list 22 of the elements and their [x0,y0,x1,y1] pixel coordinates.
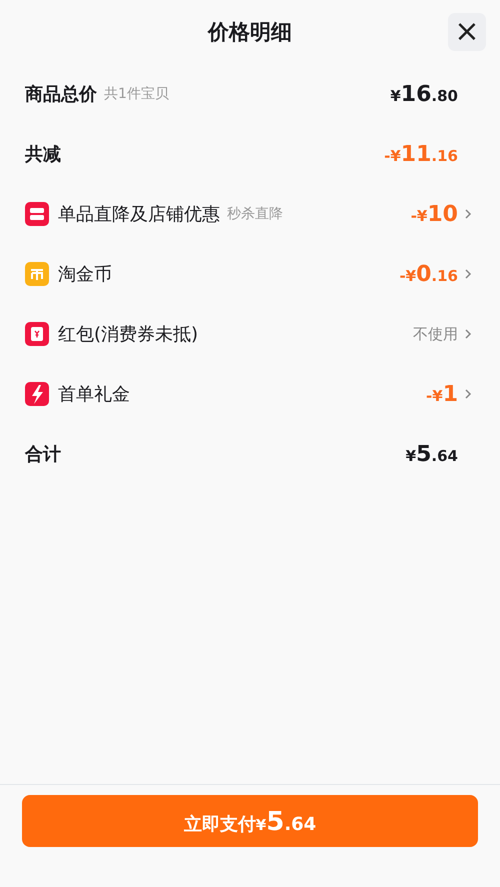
row-note: 共1件宝贝 [104,85,169,103]
row-value: -¥1 [426,382,458,406]
row-value: 不使用 [413,324,458,344]
row-label: 单品直降及店铺优惠 [58,203,220,226]
row-value: ¥5.64 [406,442,458,466]
sheet-title: 价格明细 [208,19,292,46]
row-value: -¥11.16 [384,142,458,166]
row-value: -¥10 [410,202,458,226]
chevron-icon[interactable] [464,388,472,400]
row-label: 首单礼金 [58,383,130,406]
chevron-icon[interactable] [464,208,472,220]
chevron-icon[interactable] [464,268,472,280]
row-label: 红包(消费券未抵) [58,323,198,346]
row-label: 合计 [25,443,61,466]
row-label: 淘金币 [58,263,112,286]
chevron-icon[interactable] [464,328,472,340]
row-note: 秒杀直降 [227,205,283,223]
close-button[interactable]: × [448,13,486,51]
row-value: -¥0.16 [399,262,458,286]
row-label: 商品总价 [25,83,97,106]
row-label: 共减 [25,143,61,166]
row-value: ¥16.80 [390,82,458,106]
